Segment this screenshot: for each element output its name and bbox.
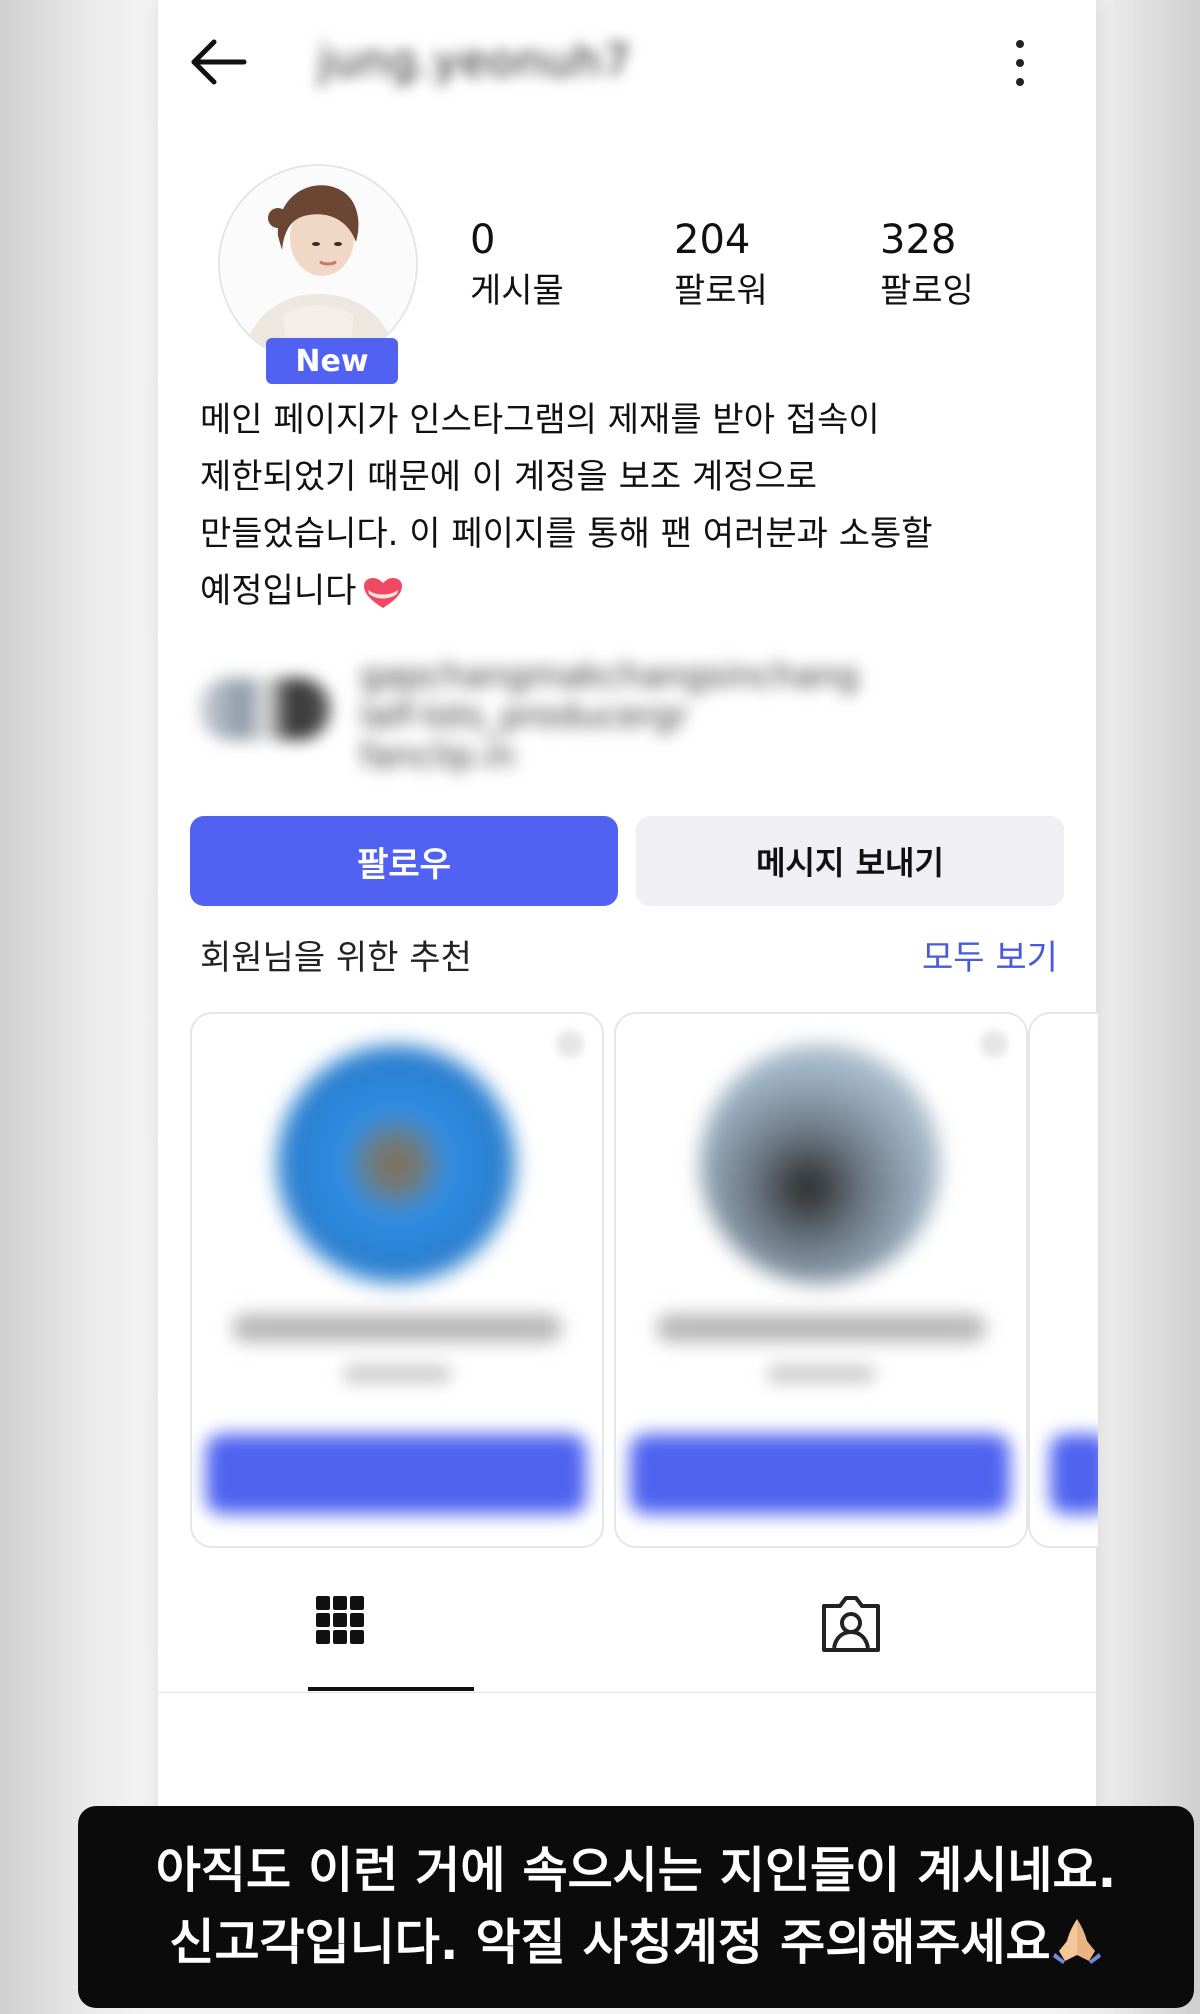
profile-bio: 메인 페이지가 인스타그램의 제재를 받아 접속이 제한되었기 때문에 이 계정… [200,392,1020,620]
see-all-link[interactable]: 모두 보기 [922,930,1058,979]
active-tab-indicator [308,1687,474,1691]
stat-following-count: 328 [880,217,957,263]
stat-followers[interactable]: 204 팔로워 [674,212,768,314]
suggestion-subtitle [342,1364,452,1384]
stat-posts-label: 게시물 [470,271,564,311]
tab-posts-grid[interactable] [258,1560,458,1690]
folded-hands-icon [1052,1919,1101,1964]
suggestion-avatar[interactable] [700,1044,940,1284]
stat-posts-count: 0 [470,217,496,263]
linked-text: gapchangmakchangsinchang Ialf-lots_produ… [360,656,859,776]
bio-text: 메인 페이지가 인스타그램의 제재를 받아 접속이 제한되었기 때문에 이 계정… [200,400,933,611]
profile-avatar[interactable] [218,164,418,364]
stat-following-label: 팔로잉 [880,271,974,311]
more-options-icon[interactable] [1000,34,1040,92]
caption-line-2-text: 신고각입니다. 악질 사칭계정 주의해주세요 [169,1914,1051,1971]
send-message-button[interactable]: 메시지 보내기 [636,816,1064,906]
suggestion-follow-button[interactable] [630,1434,1010,1514]
suggestion-card[interactable] [190,1012,604,1548]
profile-screen: jung.yeonuh7 New 0 게시물 204 팔로워 328 팔로잉 메… [158,0,1098,1830]
stat-followers-label: 팔로워 [674,271,768,311]
suggestion-card[interactable] [1028,1012,1098,1548]
caption-overlay: 아직도 이런 거에 속으시는 지인들이 계시네요. 신고각입니다. 악질 사칭계… [78,1806,1194,2008]
stat-followers-count: 204 [674,217,751,263]
heart-icon [364,577,403,608]
profile-username: jung.yeonuh7 [318,36,632,87]
suggestion-name [656,1314,986,1342]
caption-line-2: 신고각입니다. 악질 사칭계정 주의해주세요 [78,1907,1194,1979]
new-badge: New [266,338,398,384]
dismiss-icon[interactable] [556,1030,584,1058]
stat-following[interactable]: 328 팔로잉 [880,212,974,314]
suggestions-title: 회원님을 위한 추천 [200,938,472,978]
menu-dot [1016,40,1024,48]
suggestion-avatar[interactable] [276,1044,516,1284]
suggestion-subtitle [766,1364,876,1384]
menu-dot [1016,78,1024,86]
follow-button[interactable]: 팔로우 [190,816,618,906]
dismiss-icon[interactable] [980,1030,1008,1058]
stat-posts[interactable]: 0 게시물 [470,212,564,314]
caption-line-1: 아직도 이런 거에 속으시는 지인들이 계시네요. [155,1842,1117,1899]
menu-dot [1016,59,1024,67]
linked-thumbnail [200,678,330,740]
suggestion-card[interactable] [614,1012,1028,1548]
avatar-portrait [220,166,416,362]
back-arrow-icon[interactable] [186,30,250,94]
tagged-photos-icon[interactable] [818,1590,884,1656]
suggestion-follow-button[interactable] [206,1434,586,1514]
suggestion-follow-button[interactable] [1050,1434,1098,1514]
grid-icon [316,1596,364,1644]
linked-accounts[interactable]: gapchangmakchangsinchang Ialf-lots_produ… [200,648,1020,776]
suggestion-name [232,1314,562,1342]
tabs-divider [158,1692,1096,1693]
